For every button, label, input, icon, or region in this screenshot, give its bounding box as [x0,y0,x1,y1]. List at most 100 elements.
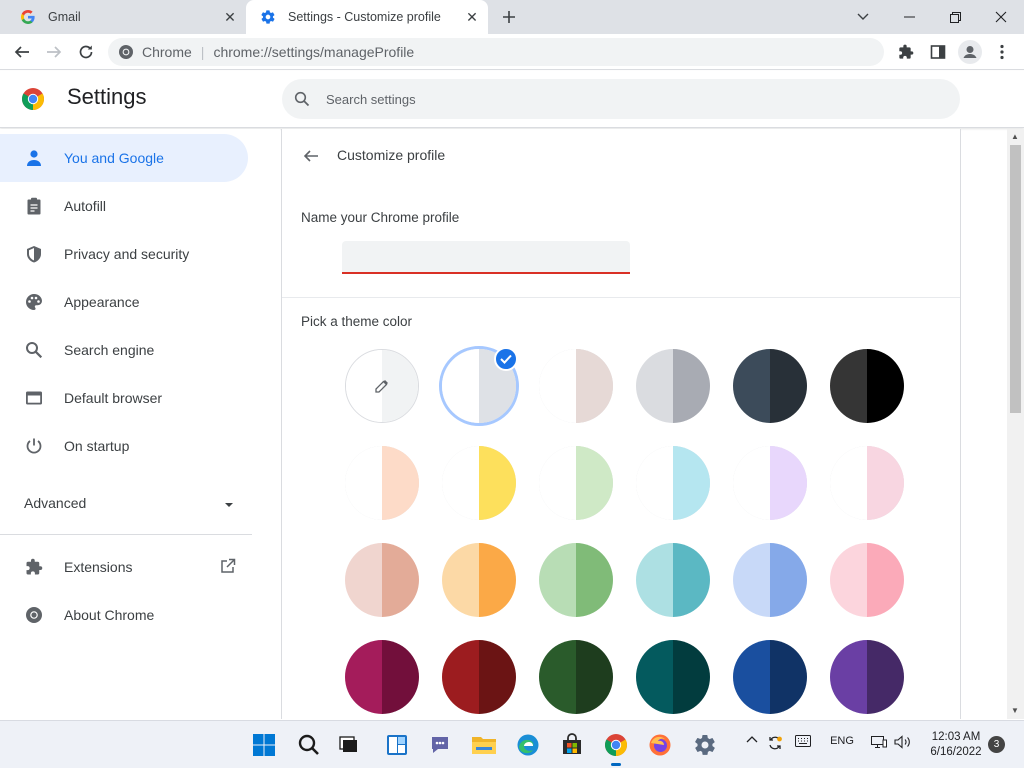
close-icon[interactable]: ✕ [462,7,482,27]
swatch-left-half [636,446,673,520]
theme-color-swatch[interactable] [830,543,904,617]
settings-icon[interactable] [689,729,721,761]
profile-avatar-icon[interactable] [956,38,984,66]
new-tab-button[interactable] [498,6,520,28]
swatch-right-half [479,543,516,617]
sidebar-item-label: You and Google [64,150,164,166]
sidebar-item-default-browser[interactable]: Default browser [0,374,248,422]
scroll-thumb[interactable] [1010,145,1021,413]
edge-icon[interactable] [512,729,544,761]
volume-icon[interactable] [893,735,913,749]
search-icon[interactable] [293,729,325,761]
theme-color-swatch[interactable] [636,349,710,423]
theme-color-swatch[interactable] [442,543,516,617]
back-icon[interactable] [8,38,36,66]
theme-color-label: Pick a theme color [301,314,413,329]
scroll-up-arrow-icon[interactable]: ▲ [1011,132,1019,141]
tab-search-chevron-icon[interactable] [840,0,886,34]
search-input[interactable] [326,91,926,107]
theme-color-swatch[interactable] [442,446,516,520]
clipboard-icon [24,196,44,216]
swatch-right-half [673,543,710,617]
sidebar-item-label: Extensions [64,559,133,575]
sidebar-item-privacy-and-security[interactable]: Privacy and security [0,230,248,278]
theme-color-swatch[interactable] [539,543,613,617]
theme-color-swatch[interactable] [830,640,904,714]
restore-icon[interactable] [932,0,978,34]
sidebar-item-label: Search engine [64,342,155,358]
site-label: Chrome [142,44,192,60]
swatch-left-half [830,446,867,520]
theme-color-swatch[interactable] [733,446,807,520]
notification-badge[interactable]: 3 [988,736,1005,753]
swatch-left-half [733,349,770,423]
theme-color-swatch[interactable] [345,543,419,617]
close-window-icon[interactable] [978,0,1024,34]
sidebar-item-on-startup[interactable]: On startup [0,422,248,470]
network-icon[interactable] [870,735,888,749]
forward-icon[interactable] [40,38,68,66]
back-arrow-icon[interactable] [300,145,322,167]
settings-gear-icon [260,9,276,25]
power-icon [24,436,44,456]
teams-chat-icon[interactable] [424,729,456,761]
firefox-icon[interactable] [644,729,676,761]
theme-color-swatch[interactable] [830,446,904,520]
reload-icon[interactable] [72,38,100,66]
swatch-left-half [636,543,673,617]
sidebar-item-autofill[interactable]: Autofill [0,182,248,230]
sidebar-item-you-and-google[interactable]: You and Google [0,134,248,182]
theme-color-swatch[interactable] [636,543,710,617]
side-panel-icon[interactable] [924,38,952,66]
theme-color-swatch[interactable] [830,349,904,423]
theme-color-swatch[interactable] [345,446,419,520]
sidebar-divider [0,534,252,535]
page-scrollbar[interactable]: ▲ ▼ [1007,129,1024,719]
advanced-label: Advanced [24,495,87,511]
file-explorer-icon[interactable] [468,729,500,761]
sidebar-item-appearance[interactable]: Appearance [0,278,248,326]
chrome-icon[interactable] [600,729,632,766]
profile-name-input[interactable] [342,241,630,274]
theme-color-swatch[interactable] [636,640,710,714]
swatch-left-half [345,640,382,714]
close-icon[interactable]: ✕ [220,7,240,27]
search-settings-box[interactable] [282,79,960,119]
tab-gmail[interactable]: Gmail ✕ [0,0,246,34]
windows-start-icon[interactable] [248,729,280,761]
theme-color-swatch[interactable] [636,446,710,520]
show-hidden-icons-chevron-icon[interactable] [744,735,760,743]
advanced-section-toggle[interactable]: Advanced [24,489,234,517]
sidebar-item-label: Privacy and security [64,246,190,262]
sidebar-item-search-engine[interactable]: Search engine [0,326,248,374]
theme-color-swatch[interactable] [733,543,807,617]
system-clock[interactable]: 12:03 AM 6/16/2022 [916,730,996,760]
keyboard-icon[interactable] [794,735,812,747]
swatch-left-half [539,640,576,714]
checkmark-icon [494,347,518,371]
tab-settings[interactable]: Settings - Customize profile ✕ [246,0,488,34]
swatch-right-half [673,349,710,423]
address-bar[interactable]: Chrome | chrome://settings/manageProfile [108,38,884,66]
theme-color-swatch[interactable] [539,446,613,520]
sidebar-item-about-chrome[interactable]: About Chrome [0,591,248,639]
theme-color-swatch[interactable] [442,640,516,714]
palette-icon [24,292,44,312]
swatch-right-half [382,446,419,520]
more-menu-icon[interactable] [988,38,1016,66]
widgets-icon[interactable] [381,729,413,761]
eyedropper-icon [373,377,391,395]
sidebar-item-extensions[interactable]: Extensions [0,543,252,591]
theme-color-swatch[interactable] [733,640,807,714]
theme-color-swatch[interactable] [539,349,613,423]
extensions-puzzle-icon[interactable] [892,38,920,66]
minimize-icon[interactable] [886,0,932,34]
store-icon[interactable] [556,729,588,761]
theme-color-swatch[interactable] [345,640,419,714]
scroll-down-arrow-icon[interactable]: ▼ [1011,706,1019,715]
language-indicator[interactable]: ENG [826,735,858,747]
theme-color-swatch[interactable] [539,640,613,714]
theme-color-swatch[interactable] [733,349,807,423]
sync-icon[interactable] [766,735,784,751]
task-view-icon[interactable] [333,729,365,761]
